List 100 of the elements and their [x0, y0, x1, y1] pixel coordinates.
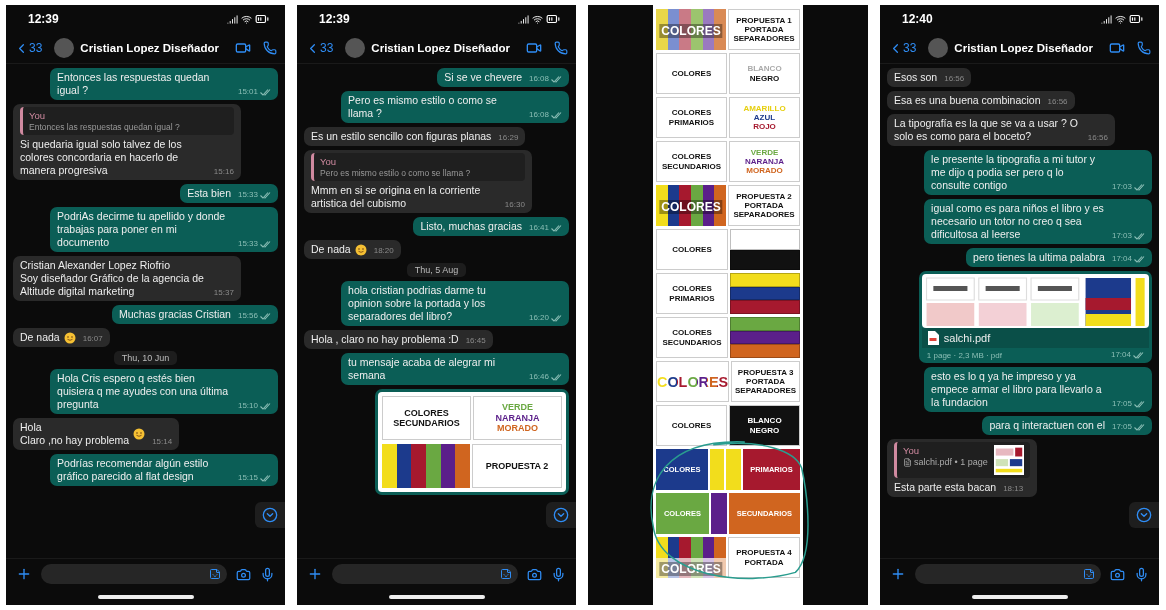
wifi-icon: [532, 13, 543, 25]
tile-text: COLORES: [671, 108, 712, 118]
message-time: 17:03: [1111, 182, 1132, 192]
tile-text: VERDE: [750, 147, 779, 157]
tile-text: COLORES: [672, 328, 712, 338]
camera-icon[interactable]: [1110, 566, 1125, 582]
mic-icon[interactable]: [260, 566, 275, 582]
message-time: 16:08: [528, 110, 549, 120]
message-text: PodriAs decirme tu apellido y donde trabajas para poner en mi documento: [57, 210, 227, 249]
back-button[interactable]: 33: [305, 40, 334, 56]
message-time: 15:10: [237, 401, 258, 411]
tile-text: NARANJA: [744, 156, 785, 167]
double-check-icon: [260, 88, 271, 96]
contact-name[interactable]: Cristian Lopez Diseñador: [954, 42, 1103, 54]
message-text: De nada: [20, 331, 60, 344]
quote-author: You: [29, 110, 47, 121]
double-check-icon: [1134, 232, 1145, 240]
quote-text: Entonces las respuestas quedan igual ?: [29, 122, 180, 132]
avatar: [54, 38, 75, 58]
quote-text: Pero es mismo estilo o como se llama ?: [320, 168, 471, 178]
message-text: Esa es una buena combinacion: [894, 94, 1041, 107]
message-input[interactable]: [41, 564, 227, 584]
tile-text: SECUNDARIOS: [661, 161, 722, 171]
tile-text: NEGRO: [749, 425, 780, 435]
tile-text: COLORES: [671, 68, 712, 79]
plus-icon[interactable]: [890, 566, 906, 582]
message-time: 15:33: [237, 190, 258, 200]
scroll-down-button[interactable]: [546, 502, 576, 528]
back-button[interactable]: 33: [14, 40, 43, 56]
sticker-icon[interactable]: [500, 568, 512, 580]
message-text: hola cristian podrias darme tu opinion sobre la portada y los separadores del libro?: [348, 284, 487, 323]
message-time: 16:56: [1087, 133, 1108, 143]
contact-name[interactable]: Cristian Lopez Diseñador: [80, 42, 229, 54]
double-check-icon: [260, 312, 271, 320]
message-input[interactable]: [915, 564, 1101, 584]
message-text: Si quedaria igual solo talvez de los colores concordaria en hacerlo de manera progresiva: [20, 138, 183, 177]
double-check-icon: [260, 474, 271, 482]
pdf-icon: [926, 331, 939, 345]
battery-icon: [546, 12, 560, 26]
camera-icon[interactable]: [527, 566, 542, 582]
phone-icon[interactable]: [1137, 41, 1151, 55]
plus-icon[interactable]: [307, 566, 323, 582]
double-check-icon: [1134, 423, 1145, 431]
mic-icon[interactable]: [1134, 566, 1149, 582]
phone-icon[interactable]: [554, 41, 568, 55]
message-time: 16:08: [528, 74, 549, 84]
tile-text: MORADO: [497, 423, 538, 434]
double-check-icon: [1134, 400, 1145, 408]
mic-icon[interactable]: [551, 566, 566, 582]
video-call-icon[interactable]: [1109, 40, 1125, 56]
phone-icon[interactable]: [263, 41, 277, 55]
tile-text: PORTADA: [744, 24, 784, 35]
message-text: Hola Cris espero q estés bien quisiera q me ayudes con una última pregunta: [57, 372, 230, 411]
message-time: 15:15: [237, 473, 258, 483]
tile-text: PRIMARIOS: [668, 117, 715, 127]
tile-text: PORTADA: [744, 200, 784, 211]
message-time: 17:03: [1111, 231, 1132, 241]
chevron-down-icon: [553, 507, 569, 523]
chevron-down-icon: [1136, 507, 1152, 523]
sticker-icon[interactable]: [209, 568, 221, 580]
scroll-down-button[interactable]: [1129, 502, 1159, 528]
cover-title: COLORES: [659, 23, 723, 38]
battery-icon: [255, 12, 269, 26]
message-time: 17:05: [1111, 422, 1132, 432]
tile-text: COLORES: [671, 420, 712, 431]
plus-icon[interactable]: [16, 566, 32, 582]
video-call-icon[interactable]: [526, 40, 542, 56]
status-time: 12:39: [28, 12, 59, 26]
double-check-icon: [551, 314, 562, 322]
date-chip: Thu, 10 Jun: [113, 351, 178, 365]
message-text: Hola , claro no hay problema :D: [311, 333, 459, 346]
file-icon: [903, 457, 912, 467]
signal-icon: [1101, 13, 1112, 25]
avatar: [928, 38, 949, 58]
message-time: 16:45: [465, 336, 486, 346]
status-time: 12:40: [902, 12, 933, 26]
chevron-down-icon: [262, 507, 278, 523]
contact-name[interactable]: Cristian Lopez Diseñador: [371, 42, 520, 54]
tile-text: SEPARADORES: [733, 34, 795, 44]
signal-icon: [227, 13, 238, 25]
tile-text: SECUNDARIOS: [662, 337, 722, 347]
image-attachment[interactable]: COLORES SECUNDARIOS VERDE NARANJA MORADO PROPUESTA 2: [378, 392, 566, 492]
tile-text: PORTADA: [746, 376, 786, 387]
tile-text: COLORES: [404, 407, 449, 418]
message-text: Mmm en si se origina en la corriente artistica del cubismo: [311, 184, 482, 210]
message-text: Esta bien: [187, 187, 231, 200]
sticker-icon[interactable]: [1083, 568, 1095, 580]
message-time: 15:33: [237, 239, 258, 249]
scroll-down-button[interactable]: [255, 502, 285, 528]
quote-author: You: [903, 445, 921, 456]
video-call-icon[interactable]: [235, 40, 251, 56]
document-thumbnail: [993, 445, 1024, 475]
message-input[interactable]: [332, 564, 518, 584]
message-time: 17:05: [1111, 399, 1132, 409]
message-time: 18:20: [373, 246, 394, 256]
tile-text: PROPUESTA 4: [736, 548, 792, 558]
back-button[interactable]: 33: [888, 40, 917, 56]
quote-author: You: [320, 156, 338, 167]
camera-icon[interactable]: [236, 566, 251, 582]
message-text: esto es lo q ya he impreso y ya empece armar el libro para llevarlo a la fundacion: [931, 370, 1103, 409]
